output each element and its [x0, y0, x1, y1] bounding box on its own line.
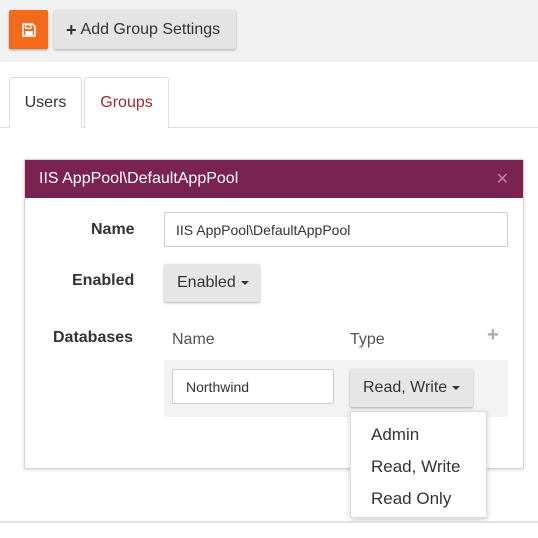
tab-users[interactable]: Users — [9, 77, 82, 128]
save-button[interactable] — [9, 10, 48, 49]
name-label: Name — [91, 221, 135, 238]
enabled-dropdown[interactable]: Enabled — [164, 264, 260, 302]
plus-icon: + — [66, 19, 77, 40]
enabled-label: Enabled — [72, 272, 135, 289]
bottom-divider — [0, 521, 538, 523]
type-dropdown-menu: Admin Read, Write Read Only — [350, 411, 487, 518]
panel-header: IIS AppPool\DefaultAppPool ✕ — [25, 160, 523, 198]
databases-label: Databases — [53, 329, 134, 346]
add-database-icon[interactable]: + — [487, 325, 499, 345]
database-name-input[interactable] — [172, 369, 334, 404]
tab-groups[interactable]: Groups — [84, 77, 169, 128]
tab-users-label: Users — [24, 94, 67, 111]
enabled-dropdown-value: Enabled — [177, 274, 236, 291]
database-type-value: Read, Write — [363, 379, 448, 396]
caret-down-icon — [452, 386, 461, 390]
name-field[interactable] — [164, 212, 508, 247]
add-group-settings-button[interactable]: + Add Group Settings — [54, 10, 236, 49]
db-column-name: Name — [172, 331, 215, 348]
type-option-admin[interactable]: Admin — [351, 419, 486, 451]
type-option-read-only[interactable]: Read Only — [351, 483, 486, 515]
close-icon[interactable]: ✕ — [496, 172, 509, 188]
floppy-disk-icon — [21, 22, 36, 37]
tab-groups-label: Groups — [100, 94, 153, 111]
add-group-settings-label: Add Group Settings — [80, 20, 221, 38]
type-option-read-write[interactable]: Read, Write — [351, 451, 486, 483]
panel-title: IIS AppPool\DefaultAppPool — [39, 170, 239, 187]
db-column-type: Type — [350, 331, 385, 348]
caret-down-icon — [240, 281, 249, 285]
database-type-dropdown[interactable]: Read, Write — [350, 369, 473, 407]
